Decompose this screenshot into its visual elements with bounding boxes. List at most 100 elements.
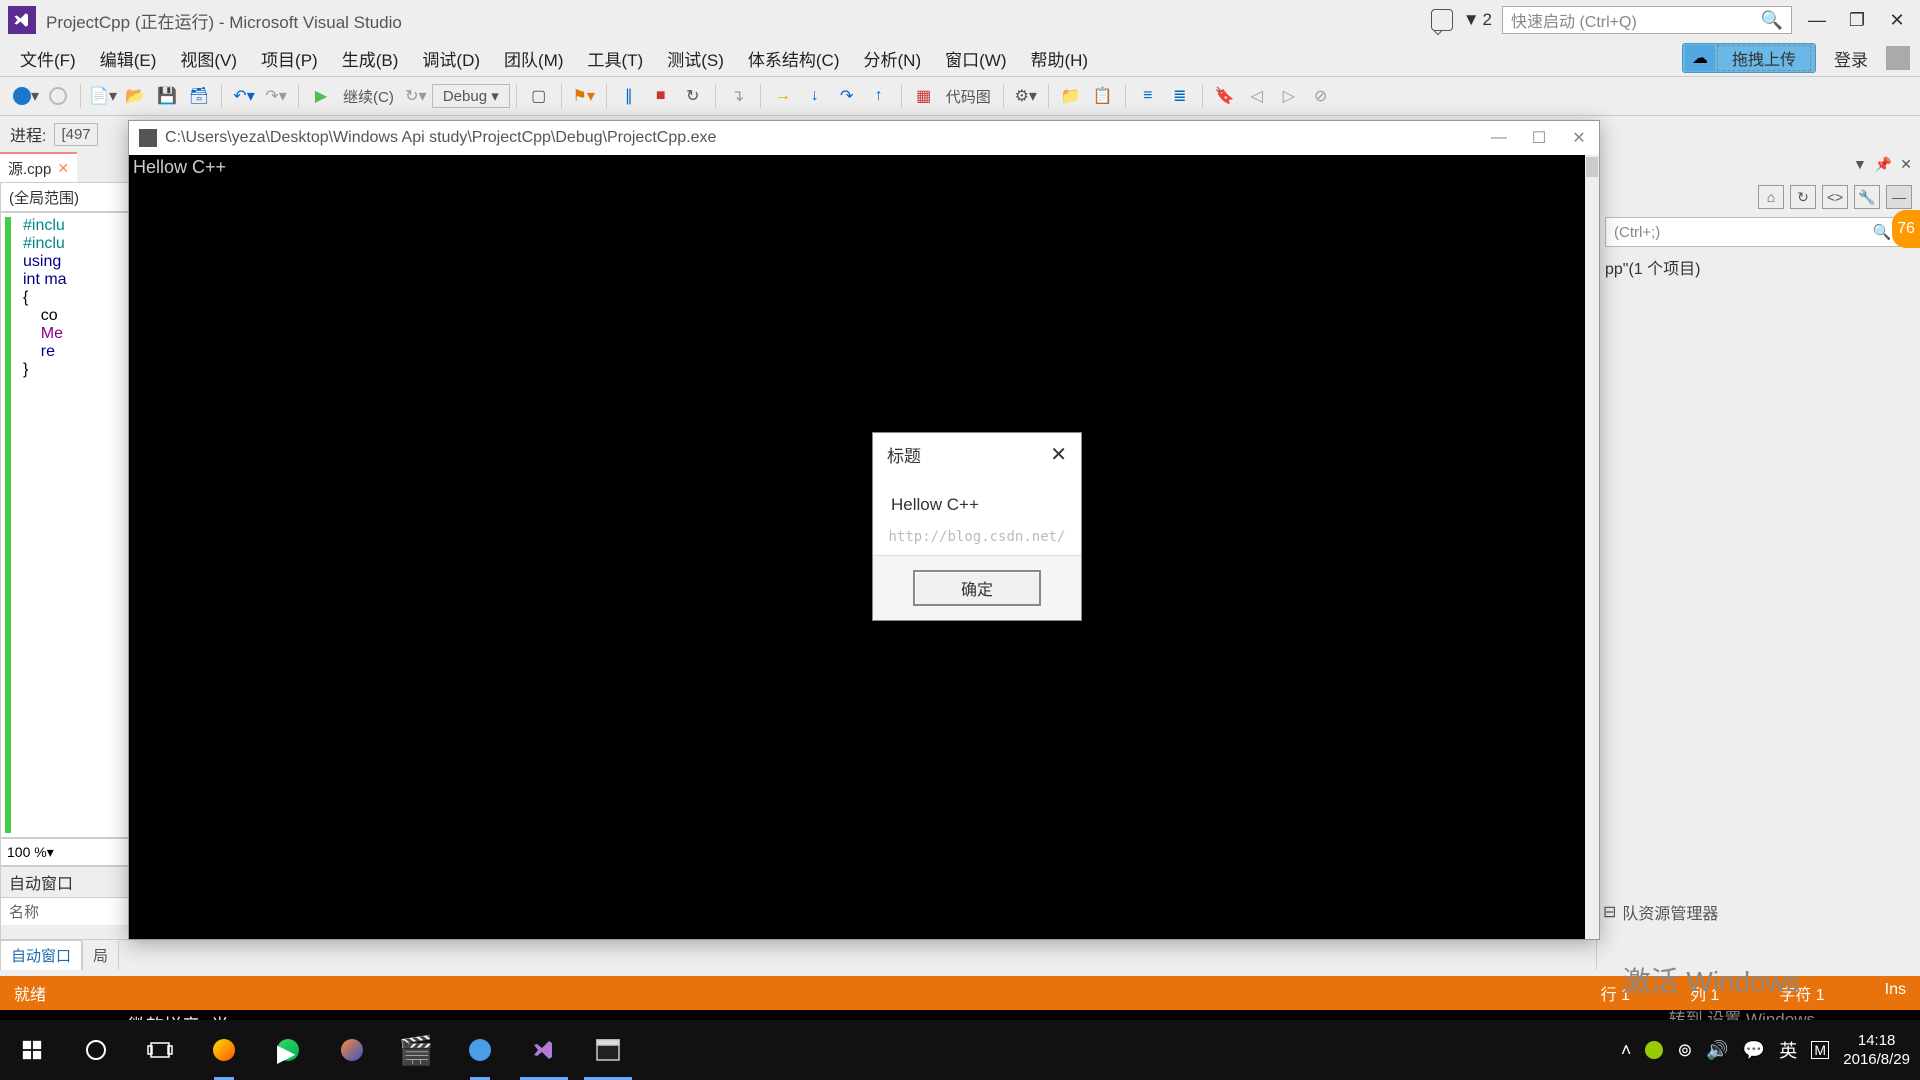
console-minimize-button[interactable]: —	[1489, 128, 1509, 148]
bookmark-icon[interactable]: 🔖	[1211, 82, 1239, 110]
tab-autos[interactable]: 自动窗口	[0, 940, 82, 970]
zoom-dropdown[interactable]: 100 % ▾	[0, 838, 130, 866]
redo-icon[interactable]: ↷▾	[262, 82, 290, 110]
folder-icon[interactable]: 📁	[1057, 82, 1085, 110]
upload-button[interactable]: ☁ 拖拽上传	[1682, 43, 1816, 73]
taskbar-app-firefox[interactable]	[320, 1020, 384, 1080]
tab-source[interactable]: 源.cpp ✕	[0, 152, 77, 182]
tray-notifications-icon[interactable]: 💬	[1743, 1040, 1765, 1061]
save-all-icon[interactable]: 🗃	[185, 82, 213, 110]
clear-bm-icon[interactable]: ⊘	[1307, 82, 1335, 110]
messagebox-close-button[interactable]: ✕	[1050, 442, 1067, 467]
menu-analyze[interactable]: 分析(N)	[854, 42, 932, 75]
smth-icon[interactable]: ▢	[525, 82, 553, 110]
config-dropdown[interactable]: Debug ▾	[432, 84, 510, 108]
refresh-icon[interactable]: ↻▾	[402, 82, 430, 110]
console-titlebar[interactable]: C:\Users\yeza\Desktop\Windows Api study\…	[129, 121, 1599, 155]
console-close-button[interactable]: ✕	[1569, 128, 1589, 148]
panel-close-icon[interactable]: ✕	[1900, 156, 1912, 173]
pin-icon[interactable]: 📌	[1875, 156, 1892, 173]
code-icon[interactable]: <>	[1822, 185, 1848, 209]
solution-search-input[interactable]: (Ctrl+;) 🔍 ▾	[1605, 217, 1912, 247]
console-output[interactable]: Hellow C++	[129, 155, 1585, 939]
nav-back-icon[interactable]: ▾	[12, 82, 40, 110]
menu-file[interactable]: 文件(F)	[10, 42, 86, 75]
nav-forward-icon[interactable]	[44, 82, 72, 110]
login-link[interactable]: 登录	[1826, 46, 1876, 71]
restart-icon[interactable]: ↻	[679, 82, 707, 110]
undo-icon[interactable]: ↶▾	[230, 82, 258, 110]
tab-locals[interactable]: 局	[82, 941, 119, 970]
tray-chevron-icon[interactable]: ˄	[1621, 1040, 1632, 1061]
next-bm-icon[interactable]: ▷	[1275, 82, 1303, 110]
console-scrollbar[interactable]	[1585, 155, 1599, 939]
dropdown-icon[interactable]: ▼	[1853, 156, 1867, 173]
pause-icon[interactable]: ∥	[615, 82, 643, 110]
flag-icon[interactable]: ⚑▾	[570, 82, 598, 110]
scope-icon[interactable]: —	[1886, 185, 1912, 209]
close-button[interactable]: ✕	[1882, 10, 1912, 30]
menu-build[interactable]: 生成(B)	[332, 42, 409, 75]
stop-icon[interactable]: ■	[647, 82, 675, 110]
folder2-icon[interactable]: 📋	[1089, 82, 1117, 110]
messagebox-ok-button[interactable]: 确定	[913, 570, 1041, 606]
minimize-button[interactable]: —	[1802, 10, 1832, 30]
tool-icon[interactable]: ⚙▾	[1012, 82, 1040, 110]
person-icon[interactable]	[1886, 46, 1910, 70]
taskbar-app-movies[interactable]: 🎬	[384, 1020, 448, 1080]
cortana-button[interactable]	[64, 1020, 128, 1080]
scope-dropdown[interactable]: (全局范围)	[0, 182, 130, 212]
new-project-icon[interactable]: 📄▾	[89, 82, 117, 110]
feedback-icon[interactable]	[1431, 9, 1453, 31]
step-into-icon[interactable]: ↓	[801, 82, 829, 110]
save-icon[interactable]: 💾	[153, 82, 181, 110]
menu-window[interactable]: 窗口(W)	[935, 42, 1016, 75]
taskbar-app-qq[interactable]	[192, 1020, 256, 1080]
team-explorer-tab[interactable]: ⊟ 队资源管理器	[1597, 894, 1920, 930]
taskbar-app-console[interactable]	[576, 1020, 640, 1080]
code-editor[interactable]: #inclu #inclu using int ma { co Me re }	[0, 212, 130, 838]
continue-dropdown[interactable]: 继续(C)	[337, 86, 400, 107]
tray-ime-mode[interactable]: M	[1811, 1041, 1829, 1059]
menu-view[interactable]: 视图(V)	[170, 42, 247, 75]
open-icon[interactable]: 📂	[121, 82, 149, 110]
start-button[interactable]	[0, 1020, 64, 1080]
menu-edit[interactable]: 编辑(E)	[90, 42, 167, 75]
codemap-label[interactable]: 代码图	[940, 86, 997, 107]
taskbar-clock[interactable]: 14:18 2016/8/29	[1843, 1031, 1910, 1070]
scrollbar-thumb[interactable]	[1586, 157, 1598, 177]
notifications-flag[interactable]: ▼ 2	[1463, 10, 1492, 30]
menu-test[interactable]: 测试(S)	[657, 42, 734, 75]
indent-icon[interactable]: ≡	[1134, 82, 1162, 110]
menu-debug[interactable]: 调试(D)	[412, 42, 490, 75]
menu-tools[interactable]: 工具(T)	[578, 42, 654, 75]
notification-badge[interactable]: 76	[1892, 210, 1920, 248]
codemap-icon[interactable]: ▦	[910, 82, 938, 110]
menu-team[interactable]: 团队(M)	[494, 42, 573, 75]
tray-app-icon[interactable]	[1645, 1041, 1663, 1059]
restore-button[interactable]: ❐	[1842, 10, 1872, 30]
menu-help[interactable]: 帮助(H)	[1020, 42, 1098, 75]
taskbar-app-baidu[interactable]	[448, 1020, 512, 1080]
show-next-icon[interactable]: →	[769, 82, 797, 110]
refresh-icon[interactable]: ↻	[1790, 185, 1816, 209]
tray-wifi-icon[interactable]: ⊚	[1677, 1040, 1692, 1061]
tray-volume-icon[interactable]: 🔊	[1706, 1040, 1728, 1061]
outdent-icon[interactable]: ≣	[1166, 82, 1194, 110]
solution-tree-item[interactable]: pp"(1 个项目)	[1597, 247, 1920, 287]
console-maximize-button[interactable]: ☐	[1529, 128, 1549, 148]
messagebox-titlebar[interactable]: 标题 ✕	[873, 433, 1081, 475]
wrench-icon[interactable]: 🔧	[1854, 185, 1880, 209]
step-icon[interactable]: ↴	[724, 82, 752, 110]
home-icon[interactable]: ⌂	[1758, 185, 1784, 209]
continue-icon[interactable]: ▶	[307, 82, 335, 110]
step-out-icon[interactable]: ↑	[865, 82, 893, 110]
step-over-icon[interactable]: ↷	[833, 82, 861, 110]
taskview-button[interactable]	[128, 1020, 192, 1080]
tab-close-icon[interactable]: ✕	[57, 160, 69, 177]
prev-bm-icon[interactable]: ◁	[1243, 82, 1271, 110]
menu-project[interactable]: 项目(P)	[251, 42, 328, 75]
taskbar-app-visualstudio[interactable]	[512, 1020, 576, 1080]
quick-launch-input[interactable]: 快速启动 (Ctrl+Q) 🔍	[1502, 6, 1792, 34]
tray-ime-lang[interactable]: 英	[1779, 1037, 1797, 1063]
